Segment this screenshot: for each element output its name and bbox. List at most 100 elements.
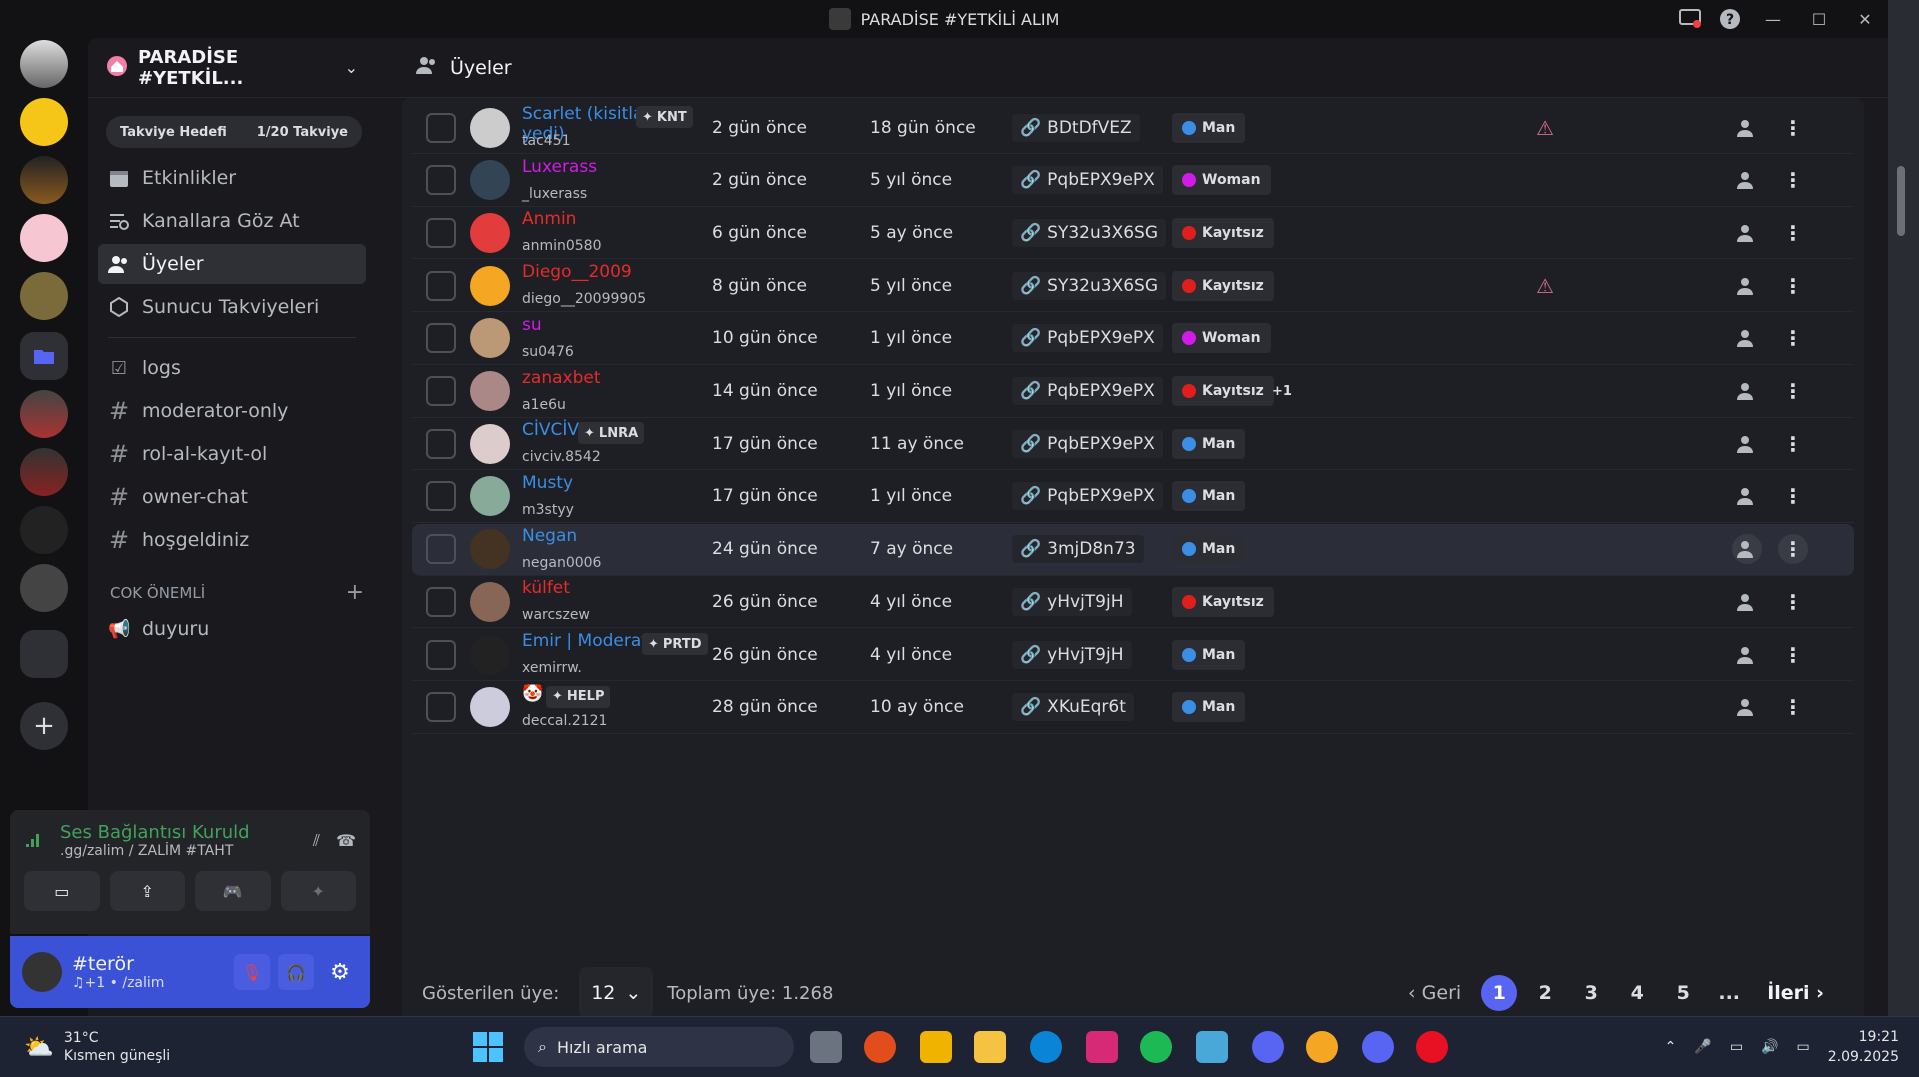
network-icon[interactable]: ▭ [1730, 1039, 1743, 1055]
row-checkbox[interactable] [426, 112, 456, 143]
more-options-icon[interactable]: ⋮ [1778, 534, 1808, 565]
member-profile-icon[interactable] [1732, 376, 1762, 406]
role-badge[interactable]: Kayıtsız [1172, 217, 1274, 248]
nav-item-calendar[interactable]: Etkinlikler [98, 158, 366, 198]
voice-status[interactable]: Ses Bağlantısı Kuruld [60, 822, 313, 843]
discord-icon[interactable] [1252, 1031, 1284, 1063]
member-row[interactable]: Scarlet (kisitlama yedi) tac451 ✦ KNT 2 gün … [412, 102, 1854, 154]
member-row[interactable]: Luxerass _luxerass 2 gün önce 5 yıl önce 🔗 Pq… [412, 155, 1854, 207]
member-profile-icon[interactable] [1732, 218, 1762, 248]
scrollbar-thumb[interactable] [1897, 166, 1905, 236]
invite-code[interactable]: 🔗 XKuEqr6t [1012, 693, 1134, 722]
help-icon[interactable]: ? [1710, 0, 1750, 38]
row-checkbox[interactable] [426, 534, 456, 565]
camera-off-button[interactable]: ▭ [24, 871, 100, 911]
role-badge[interactable]: Kayıtsız [1172, 270, 1274, 301]
member-row[interactable]: 🤡 deccal.2121 ✦ HELP 28 gün önce 10 ay önce 🔗 X… [412, 682, 1854, 734]
start-icon[interactable] [472, 1031, 504, 1063]
nav-item-browse-channels[interactable]: Kanallara Göz At [98, 201, 366, 241]
role-badge[interactable]: Kayıtsız [1172, 586, 1274, 617]
store-icon[interactable] [920, 1031, 952, 1063]
member-display-name[interactable]: külfet [522, 578, 570, 598]
volume-icon[interactable]: 🔊 [1761, 1039, 1778, 1055]
gear-icon[interactable]: ⚙ [322, 954, 358, 990]
maximize-icon[interactable]: ☐ [1796, 0, 1842, 38]
avatar[interactable] [22, 952, 62, 992]
more-options-icon[interactable]: ⋮ [1778, 113, 1808, 143]
task-view-icon[interactable] [810, 1031, 842, 1063]
close-icon[interactable]: ✕ [1842, 0, 1888, 38]
member-profile-icon[interactable] [1732, 323, 1762, 353]
page-button[interactable]: 3 [1573, 975, 1609, 1011]
screen-share-button[interactable]: ⇪ [109, 871, 185, 911]
avatar[interactable] [470, 212, 510, 253]
row-checkbox[interactable] [426, 165, 456, 196]
channel-duyuru[interactable]: 📢 duyuru [98, 609, 366, 649]
member-row[interactable]: Musty m3styy 17 gün önce 1 yıl önce 🔗 PqbEPX9… [412, 471, 1854, 523]
invite-code[interactable]: 🔗 SY32u3X6SG [1012, 218, 1166, 247]
microphone-icon[interactable]: 🎤 [1694, 1039, 1711, 1055]
avatar[interactable] [470, 476, 510, 517]
role-badge[interactable]: Man [1172, 692, 1246, 723]
clock[interactable]: 19:21 2.09.2025 [1828, 1027, 1899, 1067]
member-display-name[interactable]: Anmin [522, 209, 576, 229]
discord-canary-icon[interactable] [1362, 1031, 1394, 1063]
discord-ptb-icon[interactable] [1306, 1031, 1338, 1063]
boost-goal[interactable]: Takviye Hedefi 1/20 Takviye [106, 116, 362, 148]
server-header[interactable]: PARADİSE #YETKİL... ⌄ [88, 38, 376, 98]
channel-item[interactable]: # moderator-only [98, 391, 366, 431]
nav-item-members[interactable]: Üyeler [98, 244, 366, 284]
avatar[interactable] [470, 634, 510, 675]
flagged-user-icon[interactable]: ⚠ [1536, 116, 1554, 140]
soundboard-button[interactable]: ✦ [280, 871, 356, 911]
add-server-icon[interactable]: + [20, 702, 68, 750]
avatar[interactable] [470, 423, 510, 464]
role-badge[interactable]: Man [1172, 534, 1246, 565]
prev-page-button[interactable]: ‹ Geri [1398, 982, 1471, 1004]
member-profile-icon[interactable] [1732, 429, 1762, 459]
avatar[interactable] [470, 529, 510, 570]
clan-tag[interactable]: ✦ KNT [636, 106, 693, 128]
row-checkbox[interactable] [426, 270, 456, 301]
member-row[interactable]: külfet warcszew 26 gün önce 4 yıl önce 🔗 yHvj… [412, 576, 1854, 629]
scrollbar[interactable] [1893, 126, 1909, 1016]
avatar[interactable] [470, 687, 510, 728]
member-profile-icon[interactable] [1732, 692, 1762, 722]
role-badge[interactable]: Woman [1172, 323, 1271, 354]
more-options-icon[interactable]: ⋮ [1778, 218, 1808, 248]
noise-suppression-icon[interactable]: ⫽ [313, 831, 320, 851]
server-avatar[interactable] [20, 448, 68, 496]
role-badge[interactable]: Woman [1172, 165, 1271, 196]
invite-code[interactable]: 🔗 PqbEPX9ePX [1012, 429, 1163, 458]
invite-code[interactable]: 🔗 3mjD8n73 [1012, 535, 1144, 564]
chevron-up-icon[interactable]: ⌃ [1665, 1039, 1677, 1055]
browser-icon[interactable] [864, 1031, 896, 1063]
spotify-icon[interactable] [1140, 1031, 1172, 1063]
page-button[interactable]: 1 [1481, 975, 1518, 1011]
role-badge[interactable]: Man [1172, 428, 1246, 459]
server-folder[interactable] [20, 630, 68, 678]
more-options-icon[interactable]: ⋮ [1778, 165, 1808, 195]
member-display-name[interactable]: Diego__2009 [522, 262, 632, 282]
more-options-icon[interactable]: ⋮ [1778, 692, 1808, 722]
server-avatar[interactable] [20, 98, 68, 146]
row-checkbox[interactable] [426, 639, 456, 670]
member-row[interactable]: Anmin anmin0580 6 gün önce 5 ay önce 🔗 SY32u3… [412, 207, 1854, 260]
invite-code[interactable]: 🔗 PqbEPX9ePX [1012, 482, 1163, 511]
server-avatar[interactable] [20, 156, 68, 204]
avatar[interactable] [470, 318, 510, 359]
flagged-user-icon[interactable]: ⚠ [1536, 274, 1554, 298]
mute-icon[interactable]: 🎙 [234, 954, 270, 990]
avatar[interactable] [470, 581, 510, 622]
clan-tag[interactable]: ✦ LNRA [578, 422, 645, 445]
member-display-name[interactable]: 🤡 [522, 684, 543, 704]
member-row[interactable]: zanaxbet a1e6u 14 gün önce 1 yıl önce 🔗 PqbEP… [412, 366, 1854, 418]
invite-code[interactable]: 🔗 PqbEPX9ePX [1012, 324, 1163, 353]
role-badge[interactable]: Kayıtsız [1172, 376, 1274, 406]
invite-code[interactable]: 🔗 BDtDfVEZ [1012, 113, 1140, 142]
member-display-name[interactable]: CİVCİV [522, 420, 579, 440]
page-button[interactable]: 4 [1619, 975, 1655, 1011]
more-options-icon[interactable]: ⋮ [1778, 271, 1808, 301]
member-display-name[interactable]: Luxerass [522, 157, 597, 177]
avatar[interactable] [470, 107, 510, 148]
